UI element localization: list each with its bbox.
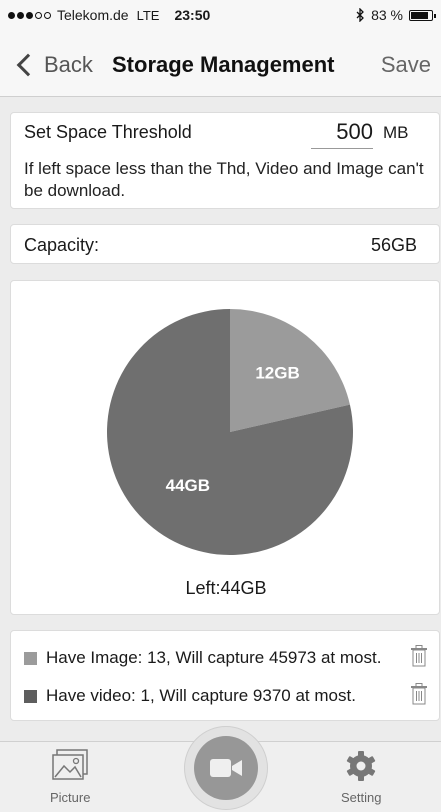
tab-setting-label: Setting: [341, 790, 382, 805]
video-legend-swatch: [24, 689, 37, 703]
signal-strength-icon: [8, 11, 51, 19]
space-left-caption: Left:44GB: [185, 578, 267, 598]
picture-icon: [52, 749, 88, 780]
capacity-label: Capacity:: [24, 235, 100, 255]
pie-slice-label-0: 12GB: [255, 363, 299, 382]
bluetooth-icon: [356, 8, 364, 22]
image-legend-swatch: [24, 651, 37, 665]
back-button[interactable]: Back: [14, 52, 93, 78]
pie-slice-label-1: 44GB: [166, 476, 210, 495]
threshold-note: If left space less than the Thd, Video a…: [24, 159, 424, 200]
back-label: Back: [44, 52, 93, 77]
storage-chart-card: 12GB 44GB Left:44GB: [10, 280, 440, 615]
carrier-name: Telekom.de: [57, 7, 129, 23]
record-video-button[interactable]: [184, 726, 268, 810]
video-summary-row: Have video: 1, Will capture 9370 at most…: [24, 686, 356, 706]
status-right: 83 %: [356, 7, 436, 23]
battery-level-fill: [411, 11, 428, 19]
media-summary-card: Have Image: 13, Will capture 45973 at mo…: [10, 630, 440, 721]
threshold-label: Set Space Threshold: [24, 122, 192, 142]
status-time: 23:50: [174, 7, 211, 23]
capacity-card: Capacity: 56GB: [10, 224, 440, 264]
chevron-left-icon: [16, 53, 40, 77]
network-type: LTE: [136, 7, 160, 23]
threshold-unit: MB: [383, 123, 409, 142]
threshold-card: Set Space Threshold 500 MB If left space…: [10, 112, 440, 209]
video-camera-icon: [210, 759, 242, 777]
threshold-input[interactable]: 500: [311, 119, 373, 149]
page-title: Storage Management: [112, 52, 335, 77]
tab-setting[interactable]: Setting: [341, 746, 381, 805]
capacity-value: 56GB: [370, 235, 417, 255]
image-summary-row: Have Image: 13, Will capture 45973 at mo…: [24, 648, 381, 668]
status-left: Telekom.de LTE 23:50: [8, 7, 210, 23]
save-button[interactable]: Save: [381, 52, 431, 78]
storage-pie-chart: 12GB 44GB: [106, 309, 353, 555]
tab-picture[interactable]: Picture: [50, 746, 90, 805]
image-summary-text: Have Image: 13, Will capture 45973 at mo…: [46, 648, 382, 667]
battery-percent: 83 %: [371, 7, 403, 23]
gear-icon: [347, 751, 376, 781]
status-bar: Telekom.de LTE 23:50 83 %: [0, 0, 441, 36]
tab-picture-label: Picture: [50, 790, 91, 805]
delete-videos-trash-icon[interactable]: [410, 683, 428, 705]
video-summary-text: Have video: 1, Will capture 9370 at most…: [46, 686, 356, 705]
delete-images-trash-icon[interactable]: [410, 645, 428, 667]
navigation-bar: Back Storage Management Save: [0, 36, 441, 97]
battery-icon: [409, 9, 436, 21]
